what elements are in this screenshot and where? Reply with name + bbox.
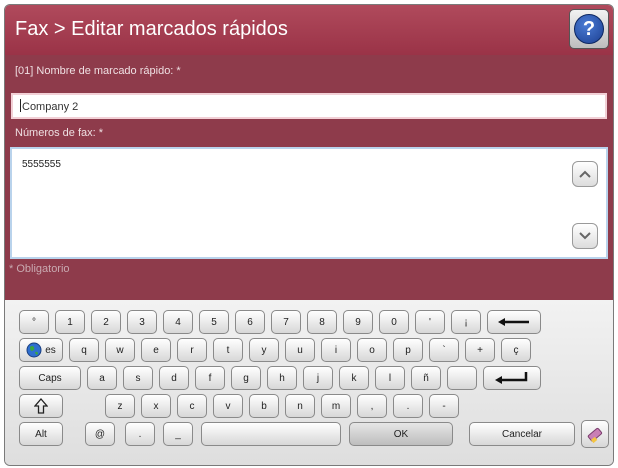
- language-label: es: [45, 344, 56, 356]
- key-y[interactable]: y: [249, 338, 279, 362]
- speed-dial-name-value: Company 2: [22, 101, 79, 113]
- required-note: * Obligatorio: [9, 263, 70, 275]
- speed-dial-name-label: [01] Nombre de marcado rápido: *: [15, 65, 181, 77]
- key-i[interactable]: i: [321, 338, 351, 362]
- key-period[interactable]: .: [393, 394, 423, 418]
- key-grave[interactable]: `: [429, 338, 459, 362]
- key-inverted-exclamation[interactable]: ¡: [451, 310, 481, 334]
- scroll-up-button[interactable]: [572, 161, 598, 187]
- scroll-down-button[interactable]: [572, 223, 598, 249]
- key-d[interactable]: d: [159, 366, 189, 390]
- cancel-button[interactable]: Cancelar: [469, 422, 575, 446]
- caps-button[interactable]: Caps: [19, 366, 81, 390]
- enter-arrow-icon: [495, 372, 528, 384]
- key-o[interactable]: o: [357, 338, 387, 362]
- key-l[interactable]: l: [375, 366, 405, 390]
- key-dot[interactable]: .: [125, 422, 155, 446]
- ok-button[interactable]: OK: [349, 422, 453, 446]
- key-b[interactable]: b: [249, 394, 279, 418]
- title-bar: Fax > Editar marcados rápidos ?: [5, 5, 613, 55]
- key-t[interactable]: t: [213, 338, 243, 362]
- fax-numbers-label: Números de fax: *: [15, 127, 104, 139]
- key-1[interactable]: 1: [55, 310, 85, 334]
- key-2[interactable]: 2: [91, 310, 121, 334]
- fax-number-value: 5555555: [22, 159, 61, 170]
- key-m[interactable]: m: [321, 394, 351, 418]
- chevron-down-icon: [579, 232, 591, 240]
- globe-icon: [26, 342, 42, 358]
- key-u[interactable]: u: [285, 338, 315, 362]
- key-c-cedilla[interactable]: ç: [501, 338, 531, 362]
- key-n-tilde[interactable]: ñ: [411, 366, 441, 390]
- key-c[interactable]: c: [177, 394, 207, 418]
- alt-button[interactable]: Alt: [19, 422, 63, 446]
- space-bar[interactable]: [201, 422, 341, 446]
- key-w[interactable]: w: [105, 338, 135, 362]
- key-blank[interactable]: [447, 366, 477, 390]
- key-6[interactable]: 6: [235, 310, 265, 334]
- help-button[interactable]: ?: [569, 9, 609, 49]
- key-9[interactable]: 9: [343, 310, 373, 334]
- clear-button[interactable]: [581, 420, 609, 448]
- key-a[interactable]: a: [87, 366, 117, 390]
- speed-dial-name-input[interactable]: Company 2: [11, 93, 607, 119]
- key-k[interactable]: k: [339, 366, 369, 390]
- on-screen-keyboard: ° 1 2 3 4 5 6 7 8 9 0 ' ¡ es q w e r t y…: [5, 300, 613, 465]
- key-e[interactable]: e: [141, 338, 171, 362]
- chevron-up-icon: [579, 170, 591, 178]
- key-7[interactable]: 7: [271, 310, 301, 334]
- key-f[interactable]: f: [195, 366, 225, 390]
- key-8[interactable]: 8: [307, 310, 337, 334]
- key-n[interactable]: n: [285, 394, 315, 418]
- fax-speed-dial-screen: Fax > Editar marcados rápidos ? [01] Nom…: [4, 4, 614, 466]
- key-0[interactable]: 0: [379, 310, 409, 334]
- key-h[interactable]: h: [267, 366, 297, 390]
- key-degree[interactable]: °: [19, 310, 49, 334]
- key-p[interactable]: p: [393, 338, 423, 362]
- key-apostrophe[interactable]: ': [415, 310, 445, 334]
- key-4[interactable]: 4: [163, 310, 193, 334]
- key-comma[interactable]: ,: [357, 394, 387, 418]
- enter-button[interactable]: [483, 366, 541, 390]
- help-label: ?: [582, 17, 596, 40]
- shift-arrow-icon: [34, 398, 48, 414]
- page-title: Fax > Editar marcados rápidos: [15, 18, 288, 40]
- backspace-arrow-icon: [498, 318, 529, 326]
- eraser-icon: [587, 427, 603, 444]
- key-q[interactable]: q: [69, 338, 99, 362]
- fax-numbers-input[interactable]: 5555555: [10, 147, 608, 259]
- key-x[interactable]: x: [141, 394, 171, 418]
- text-cursor: [20, 99, 21, 112]
- key-5[interactable]: 5: [199, 310, 229, 334]
- key-underscore[interactable]: _: [163, 422, 193, 446]
- key-z[interactable]: z: [105, 394, 135, 418]
- key-v[interactable]: v: [213, 394, 243, 418]
- shift-button[interactable]: [19, 394, 63, 418]
- key-r[interactable]: r: [177, 338, 207, 362]
- key-at[interactable]: @: [85, 422, 115, 446]
- key-hyphen[interactable]: -: [429, 394, 459, 418]
- key-3[interactable]: 3: [127, 310, 157, 334]
- key-j[interactable]: j: [303, 366, 333, 390]
- key-g[interactable]: g: [231, 366, 261, 390]
- language-button[interactable]: es: [19, 338, 63, 362]
- backspace-button[interactable]: [487, 310, 541, 334]
- help-icon: ?: [574, 14, 604, 44]
- key-s[interactable]: s: [123, 366, 153, 390]
- form-area: [01] Nombre de marcado rápido: * Company…: [5, 55, 613, 300]
- key-plus[interactable]: +: [465, 338, 495, 362]
